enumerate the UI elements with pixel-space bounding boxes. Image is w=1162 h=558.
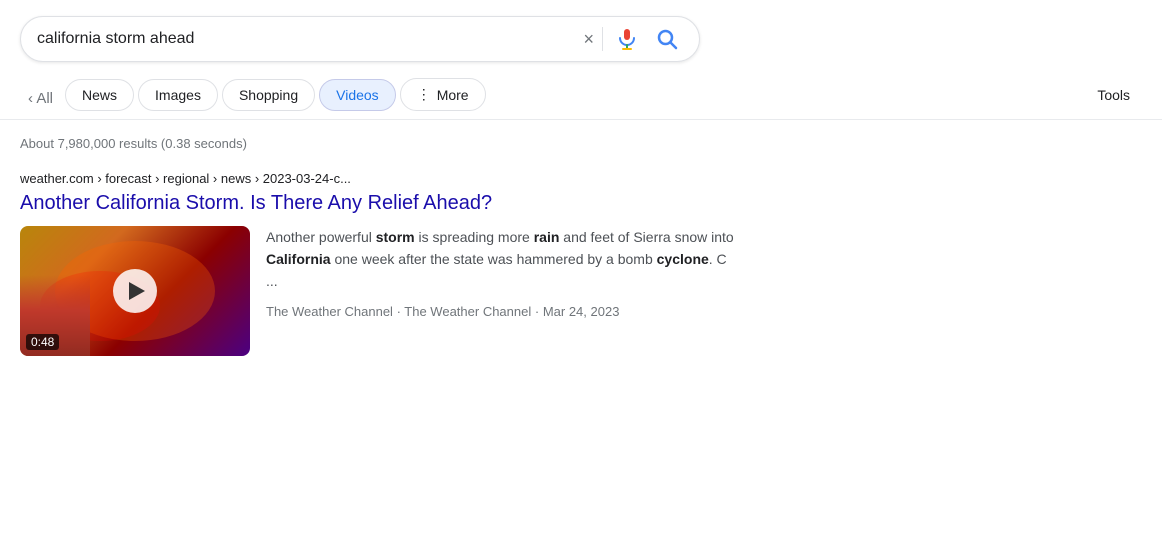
result-body: 0:48 Another powerful storm is spreading… [20,226,740,356]
tab-more-label: More [437,87,469,103]
result-source: The Weather Channel [266,304,393,319]
search-icon [655,27,679,51]
mic-icon [615,27,639,51]
search-box: × [20,16,700,62]
bold-rain: rain [534,229,560,245]
search-input[interactable] [37,30,583,48]
tab-shopping[interactable]: Shopping [222,79,315,111]
result-item: weather.com › forecast › regional › news… [20,171,740,356]
tools-button[interactable]: Tools [1085,79,1142,111]
result-meta-dot2: · [535,304,543,319]
search-button[interactable] [651,23,683,55]
clear-icon[interactable]: × [583,29,594,50]
search-bar-area: × [0,0,1162,74]
result-snippet: Another powerful storm is spreading more… [266,226,740,356]
tab-images[interactable]: Images [138,79,218,111]
mic-button[interactable] [611,23,643,55]
result-thumbnail[interactable]: 0:48 [20,226,250,356]
tab-videos[interactable]: Videos [319,79,396,111]
bold-storm: storm [376,229,415,245]
results-count: About 7,980,000 results (0.38 seconds) [20,136,740,151]
tabs-area: ‹ All News Images Shopping Videos ⋮ More… [0,74,1162,120]
result-title[interactable]: Another California Storm. Is There Any R… [20,190,740,216]
tab-more[interactable]: ⋮ More [400,78,486,111]
result-channel: The Weather Channel [404,304,531,319]
result-date: Mar 24, 2023 [543,304,620,319]
search-divider [602,27,603,51]
bold-cyclone: cyclone [657,251,709,267]
results-area: About 7,980,000 results (0.38 seconds) w… [0,120,760,400]
result-meta: The Weather Channel · The Weather Channe… [266,302,740,323]
play-button[interactable] [113,269,157,313]
result-url: weather.com › forecast › regional › news… [20,171,740,186]
video-duration: 0:48 [26,334,59,350]
more-dots-icon: ⋮ [417,86,431,103]
tab-back-button[interactable]: ‹ All [20,82,61,115]
bold-california: California [266,251,331,267]
play-triangle-icon [129,282,145,300]
tab-news[interactable]: News [65,79,134,111]
